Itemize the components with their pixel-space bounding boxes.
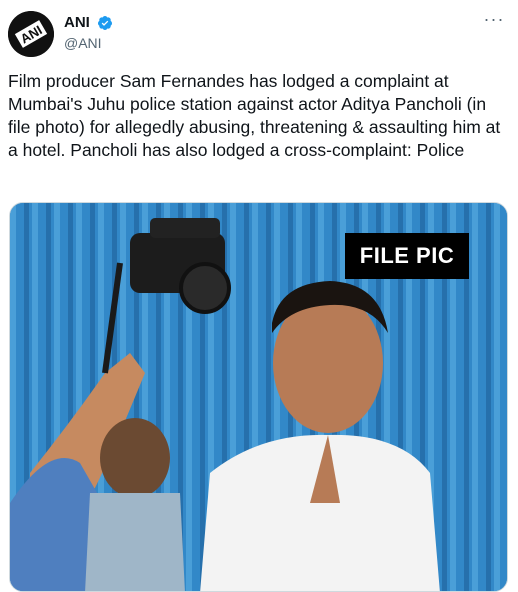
author-avatar[interactable]: ANI — [8, 11, 54, 57]
author-handle[interactable]: @ANI — [64, 34, 113, 52]
tweet-header: ANI ANI @ANI ··· — [8, 10, 510, 58]
author-display-name[interactable]: ANI — [64, 14, 90, 32]
more-options-button[interactable]: ··· — [482, 10, 506, 32]
verified-badge-icon — [97, 15, 113, 31]
file-pic-badge: FILE PIC — [345, 233, 469, 279]
ani-logo-icon: ANI — [8, 11, 54, 57]
tweet-text: Film producer Sam Fernandes has lodged a… — [8, 71, 501, 160]
tweet-media-photo[interactable]: FILE PIC — [9, 202, 508, 592]
author-name-block: ANI @ANI — [64, 14, 113, 52]
